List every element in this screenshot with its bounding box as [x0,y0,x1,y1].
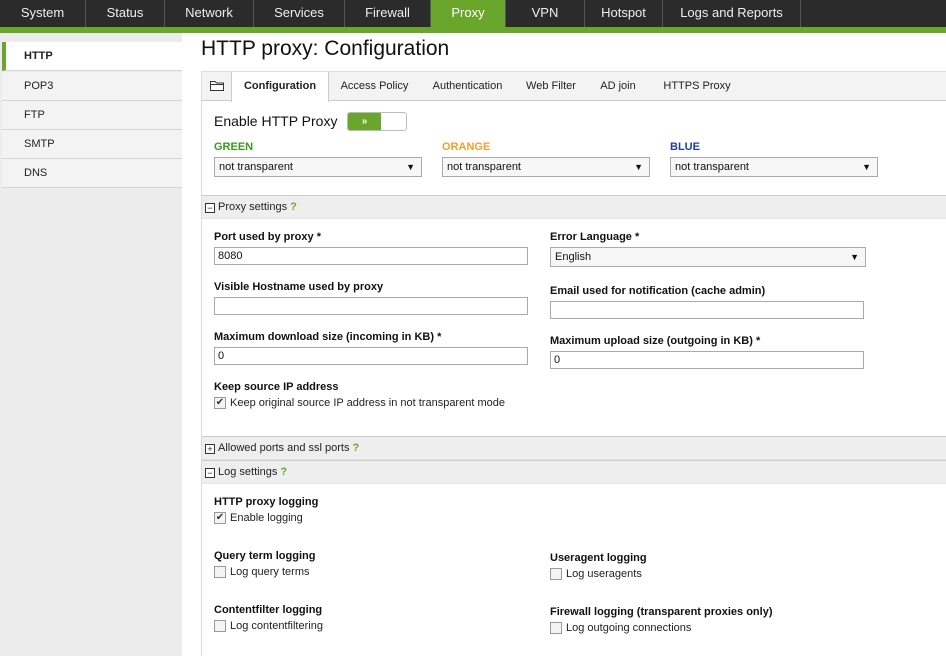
error-language-select[interactable]: English ▼ [550,247,866,267]
tab-https-proxy[interactable]: HTTPS Proxy [652,72,742,101]
firewall-logging-row: Log outgoing connections [550,622,691,634]
enable-logging-row: ✔ Enable logging [214,512,303,524]
orange-mode-select[interactable]: not transparent ▼ [442,157,650,177]
enable-http-proxy-label: Enable HTTP Proxy [214,113,338,129]
nav-tab-hotspot[interactable]: Hotspot [585,0,663,27]
tab-authentication[interactable]: Authentication [423,72,512,101]
nav-tab-vpn[interactable]: VPN [506,0,585,27]
chevron-down-icon: ▼ [850,252,859,262]
allowed-ports-title: Allowed ports and ssl ports [218,442,350,454]
keep-source-ip-checkbox[interactable]: ✔ [214,397,226,409]
green-mode-select[interactable]: not transparent ▼ [214,157,422,177]
tab-access-policy[interactable]: Access Policy [332,72,417,101]
sidebar-item-ftp[interactable]: FTP [2,101,182,130]
log-contentfiltering-label: Log contentfiltering [230,620,323,632]
enable-http-proxy-toggle[interactable]: » [347,112,407,131]
log-outgoing-connections-checkbox[interactable] [550,622,562,634]
zone-label-green: GREEN [214,141,254,153]
chevron-down-icon: ▼ [862,162,871,172]
useragent-logging-row: Log useragents [550,568,642,580]
keep-source-ip-label: Keep source IP address [214,381,339,393]
blue-mode-select[interactable]: not transparent ▼ [670,157,878,177]
tab-ad-join[interactable]: AD join [593,72,643,101]
contentfilter-logging-row: Log contentfiltering [214,620,323,632]
zone-label-orange: ORANGE [442,141,491,153]
nav-tab-system[interactable]: System [0,0,86,27]
sidebar: HTTP POP3 FTP SMTP DNS [0,33,182,656]
nav-tab-firewall[interactable]: Firewall [345,0,431,27]
email-input[interactable] [550,301,864,319]
sidebar-item-smtp[interactable]: SMTP [2,130,182,159]
collapse-icon[interactable]: − [205,203,215,213]
max-upload-label: Maximum upload size (outgoing in KB) * [550,335,761,347]
nav-tab-logs-and-reports[interactable]: Logs and Reports [663,0,801,27]
help-icon[interactable]: ? [352,442,359,454]
help-icon[interactable]: ? [280,466,287,478]
hostname-label: Visible Hostname used by proxy [214,281,384,293]
sidebar-item-dns[interactable]: DNS [2,159,182,188]
firewall-logging-label: Firewall logging (transparent proxies on… [550,606,773,618]
page-title: HTTP proxy: Configuration [201,37,450,60]
nav-tab-proxy[interactable]: Proxy [431,0,506,27]
http-logging-label: HTTP proxy logging [214,496,319,508]
log-outgoing-connections-label: Log outgoing connections [566,622,692,634]
nav-tab-network[interactable]: Network [165,0,254,27]
allowed-ports-header[interactable]: + Allowed ports and ssl ports? [202,436,946,460]
max-download-label: Maximum download size (incoming in KB) * [214,331,442,343]
sidebar-item-http[interactable]: HTTP [2,42,182,71]
green-mode-value: not transparent [219,161,293,173]
email-label: Email used for notification (cache admin… [550,285,766,297]
proxy-settings-title: Proxy settings [218,201,288,213]
keep-source-ip-row: ✔ Keep original source IP address in not… [214,397,505,409]
enable-logging-label: Enable logging [230,512,303,524]
chevron-down-icon: ▼ [634,162,643,172]
log-useragents-checkbox[interactable] [550,568,562,580]
log-contentfiltering-checkbox[interactable] [214,620,226,632]
tab-web-filter[interactable]: Web Filter [520,72,582,101]
max-download-input[interactable]: 0 [214,347,528,365]
sidebar-item-pop3[interactable]: POP3 [2,72,182,101]
query-logging-label: Query term logging [214,550,316,562]
error-language-label: Error Language * [550,231,640,243]
log-query-terms-checkbox[interactable] [214,566,226,578]
port-label: Port used by proxy * [214,231,321,243]
log-settings-title: Log settings [218,466,278,478]
chevron-down-icon: ▼ [406,162,415,172]
collapse-icon[interactable]: − [205,468,215,478]
help-icon[interactable]: ? [290,201,297,213]
hostname-input[interactable] [214,297,528,315]
tab-configuration[interactable]: Configuration [231,72,329,102]
nav-tab-services[interactable]: Services [254,0,345,27]
error-language-value: English [555,251,592,263]
log-useragents-label: Log useragents [566,568,642,580]
max-upload-input[interactable]: 0 [550,351,864,369]
blue-mode-value: not transparent [675,161,749,173]
toggle-on-indicator: » [348,113,381,130]
enable-logging-checkbox[interactable]: ✔ [214,512,226,524]
log-settings-header[interactable]: − Log settings? [202,460,946,484]
keep-source-ip-checkbox-label: Keep original source IP address in not t… [230,397,505,409]
form-tab-bar: Configuration Access Policy Authenticati… [201,71,946,102]
folder-icon[interactable] [210,80,224,91]
top-navigation: System Status Network Services Firewall … [0,0,946,27]
log-query-terms-label: Log query terms [230,566,310,578]
nav-tab-status[interactable]: Status [86,0,165,27]
orange-mode-value: not transparent [447,161,521,173]
expand-icon[interactable]: + [205,444,215,454]
useragent-logging-label: Useragent logging [550,552,647,564]
query-logging-row: Log query terms [214,566,309,578]
zone-label-blue: BLUE [670,141,700,153]
proxy-settings-header[interactable]: − Proxy settings? [202,195,946,219]
contentfilter-logging-label: Contentfilter logging [214,604,323,616]
port-input[interactable]: 8080 [214,247,528,265]
